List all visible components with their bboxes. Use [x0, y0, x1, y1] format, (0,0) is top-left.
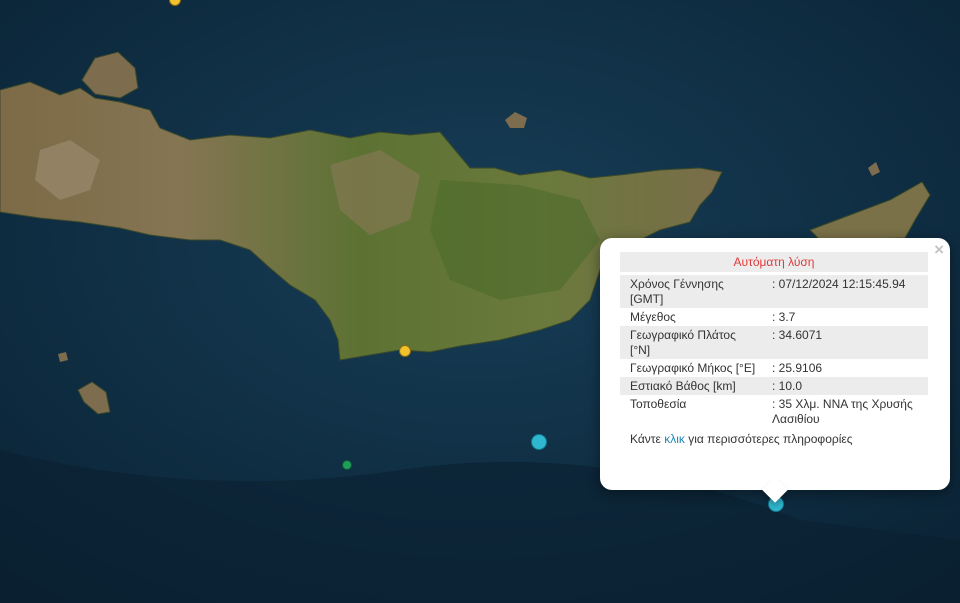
table-row: Μέγεθος : 3.7 — [620, 308, 928, 326]
earthquake-info-popup: × Αυτόματη λύση Χρόνος Γέννησης [GMT] : … — [600, 238, 950, 503]
earthquake-marker[interactable] — [342, 460, 352, 470]
row-label: Εστιακό Βάθος [km] — [630, 379, 736, 393]
row-label: Γεωγραφικό Πλάτος [°N] — [630, 328, 736, 357]
row-value: : 35 Χλμ. ΝΝΑ της Χρυσής Λασιθίου — [772, 397, 913, 426]
row-label: Μέγεθος — [630, 310, 676, 324]
table-row: Γεωγραφικό Πλάτος [°N] : 34.6071 — [620, 326, 928, 359]
earthquake-marker[interactable] — [399, 345, 411, 357]
info-table: Χρόνος Γέννησης [GMT] : 07/12/2024 12:15… — [620, 275, 928, 428]
row-label: Χρόνος Γέννησης [GMT] — [630, 277, 724, 306]
table-row: Χρόνος Γέννησης [GMT] : 07/12/2024 12:15… — [620, 275, 928, 308]
table-row: Εστιακό Βάθος [km] : 10.0 — [620, 377, 928, 395]
row-value: : 25.9106 — [772, 361, 823, 375]
table-row: Γεωγραφικό Μήκος [°E] : 25.9106 — [620, 359, 928, 377]
row-value: : 34.6071 — [772, 328, 823, 342]
popup-header: Αυτόματη λύση — [620, 252, 928, 272]
popup-content: Αυτόματη λύση Χρόνος Γέννησης [GMT] : 07… — [620, 252, 928, 446]
earthquake-marker[interactable] — [531, 434, 547, 450]
footer-suffix: για περισσότερες πληροφορίες — [684, 432, 853, 446]
row-value: : 07/12/2024 12:15:45.94 — [772, 277, 906, 291]
table-row: Τοποθεσία : 35 Χλμ. ΝΝΑ της Χρυσής Λασιθ… — [620, 395, 928, 428]
row-value: : 10.0 — [772, 379, 803, 393]
footer-prefix: Κάντε — [630, 432, 665, 446]
row-label: Γεωγραφικό Μήκος [°E] — [630, 361, 756, 375]
row-label: Τοποθεσία — [630, 397, 687, 411]
close-icon[interactable]: × — [934, 241, 944, 259]
more-info-link[interactable]: κλικ — [664, 432, 685, 446]
row-value: : 3.7 — [772, 310, 796, 324]
more-info-footer: Κάντε κλικ για περισσότερες πληροφορίες — [620, 432, 928, 446]
